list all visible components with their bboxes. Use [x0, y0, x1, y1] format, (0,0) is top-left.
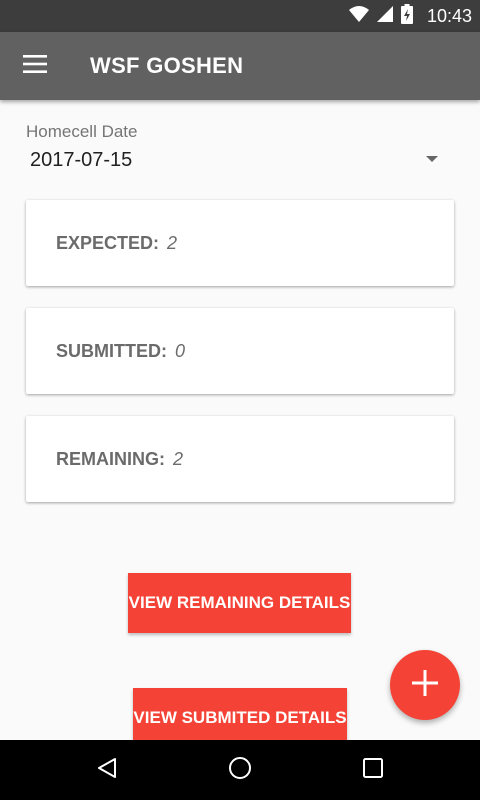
home-button[interactable]: [210, 740, 270, 800]
wifi-icon: [348, 5, 369, 27]
battery-charging-icon: [400, 3, 413, 29]
home-icon: [228, 756, 252, 785]
homecell-date-label: Homecell Date: [26, 122, 138, 141]
add-fab-button[interactable]: [390, 650, 460, 720]
system-nav-bar: [0, 740, 480, 800]
app-bar: WSF GOSHEN: [0, 32, 480, 100]
back-icon: [96, 757, 118, 784]
remaining-card: REMAINING: 2: [26, 416, 454, 502]
expected-label: EXPECTED:: [56, 232, 160, 253]
app-title: WSF GOSHEN: [90, 53, 244, 78]
view-remaining-details-button[interactable]: VIEW REMAINING DETAILS: [128, 573, 351, 633]
recents-button[interactable]: [343, 740, 403, 800]
status-bar: 10:43: [0, 0, 480, 32]
submitted-value: 0: [175, 340, 186, 361]
dropdown-arrow-icon: [426, 156, 438, 162]
menu-icon: [23, 54, 47, 78]
expected-value: 2: [167, 232, 178, 253]
view-submitted-details-button[interactable]: VIEW SUBMITED DETAILS: [133, 688, 347, 748]
back-button[interactable]: [77, 740, 137, 800]
recents-icon: [363, 757, 384, 783]
homecell-date-value: 2017-07-15: [30, 148, 133, 171]
plus-icon: [412, 669, 438, 701]
status-icons: 10:43: [348, 0, 472, 32]
homecell-date-select[interactable]: 2017-07-15: [26, 145, 454, 175]
status-time: 10:43: [426, 5, 472, 26]
remaining-value: 2: [173, 448, 184, 469]
expected-card: EXPECTED: 2: [26, 200, 454, 286]
cell-signal-icon: [376, 5, 393, 27]
remaining-label: REMAINING:: [56, 448, 165, 469]
submitted-label: SUBMITTED:: [56, 340, 167, 361]
menu-button[interactable]: [0, 32, 70, 100]
submitted-card: SUBMITTED: 0: [26, 308, 454, 394]
